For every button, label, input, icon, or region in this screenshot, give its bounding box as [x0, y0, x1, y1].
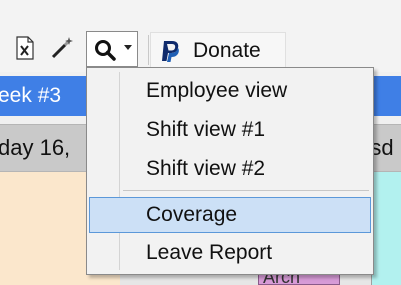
view-selector-button[interactable]	[86, 31, 138, 67]
menu-item-label: Shift view #1	[146, 118, 266, 141]
menu-item-coverage[interactable]: Coverage	[89, 197, 371, 233]
day-column-right[interactable]	[371, 172, 401, 285]
menu-item-shift-view-1[interactable]: Shift view #1	[89, 112, 371, 148]
week-label: eek #3	[0, 84, 62, 107]
toolbar-separator	[148, 35, 149, 65]
donate-button[interactable]: Donate	[150, 32, 286, 68]
toolbar: Donate	[0, 0, 401, 72]
excel-export-icon[interactable]	[14, 36, 36, 60]
menu-separator	[123, 190, 369, 191]
donate-label: Donate	[193, 39, 261, 62]
menu-item-employee-view[interactable]: Employee view	[89, 73, 371, 109]
menu-item-shift-view-2[interactable]: Shift view #2	[89, 151, 371, 187]
menu-item-label: Coverage	[146, 203, 238, 226]
menu-item-leave-report[interactable]: Leave Report	[89, 235, 371, 271]
dropdown-caret-icon	[124, 45, 132, 50]
view-dropdown-menu: Employee view Shift view #1 Shift view #…	[86, 67, 374, 275]
magic-wand-icon[interactable]	[50, 36, 73, 60]
menu-item-label: Shift view #2	[146, 157, 266, 180]
day-header-left: day 16,	[0, 135, 71, 160]
menu-item-label: Leave Report	[146, 241, 273, 264]
paypal-icon	[161, 39, 181, 63]
search-icon	[93, 38, 117, 62]
menu-item-label: Employee view	[146, 79, 288, 102]
